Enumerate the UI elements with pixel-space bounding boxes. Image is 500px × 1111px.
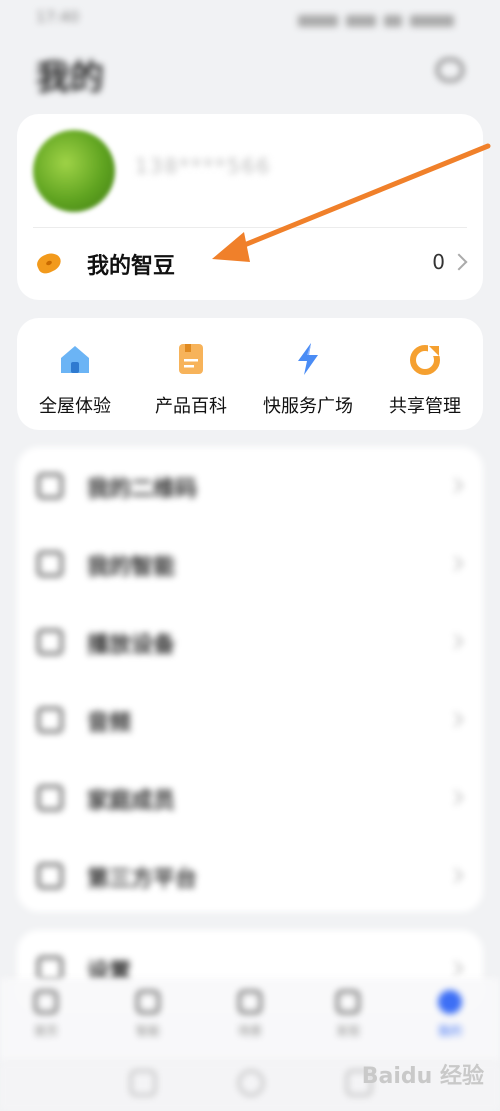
chevron-right-icon (447, 555, 464, 572)
tab-label: 我的 (437, 1024, 462, 1038)
lightning-icon (298, 343, 318, 375)
my-beans-label: 我的智豆 (87, 254, 176, 279)
bottom-tab-bar: 首页 智能 场景 发现 我的 (0, 978, 500, 1062)
speaker-icon (37, 629, 63, 655)
menu-item-label: 第三方平台 (87, 867, 198, 892)
book-icon (179, 344, 203, 374)
menu-item-label: 我的智能 (87, 555, 176, 580)
menu-item[interactable]: 家庭成员 (17, 759, 483, 837)
share-icon (410, 344, 440, 375)
shortcut-whole-house[interactable]: 全屋体验 (17, 318, 133, 430)
status-icons (290, 10, 460, 27)
message-icon[interactable] (436, 58, 464, 82)
shortcut-label: 快服务广场 (263, 396, 353, 417)
home-icon (34, 990, 58, 1014)
tab-smart[interactable]: 智能 (118, 990, 178, 1050)
shortcut-product-wiki[interactable]: 产品百科 (133, 318, 249, 430)
tab-mine[interactable]: 我的 (420, 990, 480, 1050)
menu-item-label: 音频 (87, 711, 132, 736)
shortcut-share-manage[interactable]: 共享管理 (367, 318, 483, 430)
chevron-right-icon (447, 789, 464, 806)
page-title: 我的 (36, 58, 104, 98)
menu-item-label: 我的二维码 (87, 477, 198, 502)
shortcuts-card: 全屋体验 产品百科 快服务广场 共享管理 (17, 318, 483, 430)
house-icon (61, 346, 89, 373)
status-bar: 17:40 (0, 0, 500, 34)
platform-icon (37, 863, 63, 889)
tab-discover[interactable]: 发现 (318, 990, 378, 1050)
menu-item-label: 播放设备 (87, 633, 176, 658)
tab-scene[interactable]: 场景 (220, 990, 280, 1050)
home-nav-icon[interactable] (238, 1070, 264, 1096)
menu-card: 我的二维码 我的智能 播放设备 音频 家庭成员 第三方平台 (17, 447, 483, 912)
avatar[interactable] (33, 130, 115, 212)
chevron-right-icon (447, 711, 464, 728)
shortcut-quick-service[interactable]: 快服务广场 (250, 318, 366, 430)
tab-label: 智能 (135, 1024, 160, 1038)
shortcut-label: 全屋体验 (39, 396, 111, 417)
chevron-right-icon (447, 477, 464, 494)
profile-card: 138****566 我的智豆 0 (17, 114, 483, 300)
menu-item[interactable]: 播放设备 (17, 603, 483, 681)
menu-item[interactable]: 第三方平台 (17, 837, 483, 915)
shortcut-label: 共享管理 (389, 396, 461, 417)
menu-nav-icon[interactable] (130, 1070, 156, 1096)
tab-label: 场景 (237, 1024, 262, 1038)
person-icon (37, 785, 63, 811)
chevron-right-icon (447, 960, 464, 977)
profile-icon (438, 990, 462, 1014)
smart-icon (136, 990, 160, 1014)
menu-item[interactable]: 我的智能 (17, 525, 483, 603)
tab-home[interactable]: 首页 (16, 990, 76, 1050)
chevron-right-icon (450, 253, 468, 271)
scene-icon (238, 990, 262, 1014)
menu-item-label: 家庭成员 (87, 789, 176, 814)
tab-label: 首页 (33, 1024, 58, 1038)
status-time: 17:40 (36, 8, 80, 26)
menu-item[interactable]: 我的二维码 (17, 447, 483, 525)
username[interactable]: 138****566 (135, 154, 275, 180)
bean-icon (34, 249, 64, 277)
shortcut-label: 产品百科 (155, 396, 227, 417)
tab-label: 发现 (335, 1024, 360, 1038)
music-icon (37, 707, 63, 733)
discover-icon (336, 990, 360, 1014)
my-beans-count: 0 (432, 250, 445, 274)
my-beans-row[interactable]: 我的智豆 0 (17, 228, 483, 300)
qrcode-icon (37, 473, 63, 499)
chevron-right-icon (447, 867, 464, 884)
device-icon (37, 551, 63, 577)
menu-item[interactable]: 音频 (17, 681, 483, 759)
watermark: Baidu 经验 (361, 1064, 484, 1089)
chevron-right-icon (447, 633, 464, 650)
